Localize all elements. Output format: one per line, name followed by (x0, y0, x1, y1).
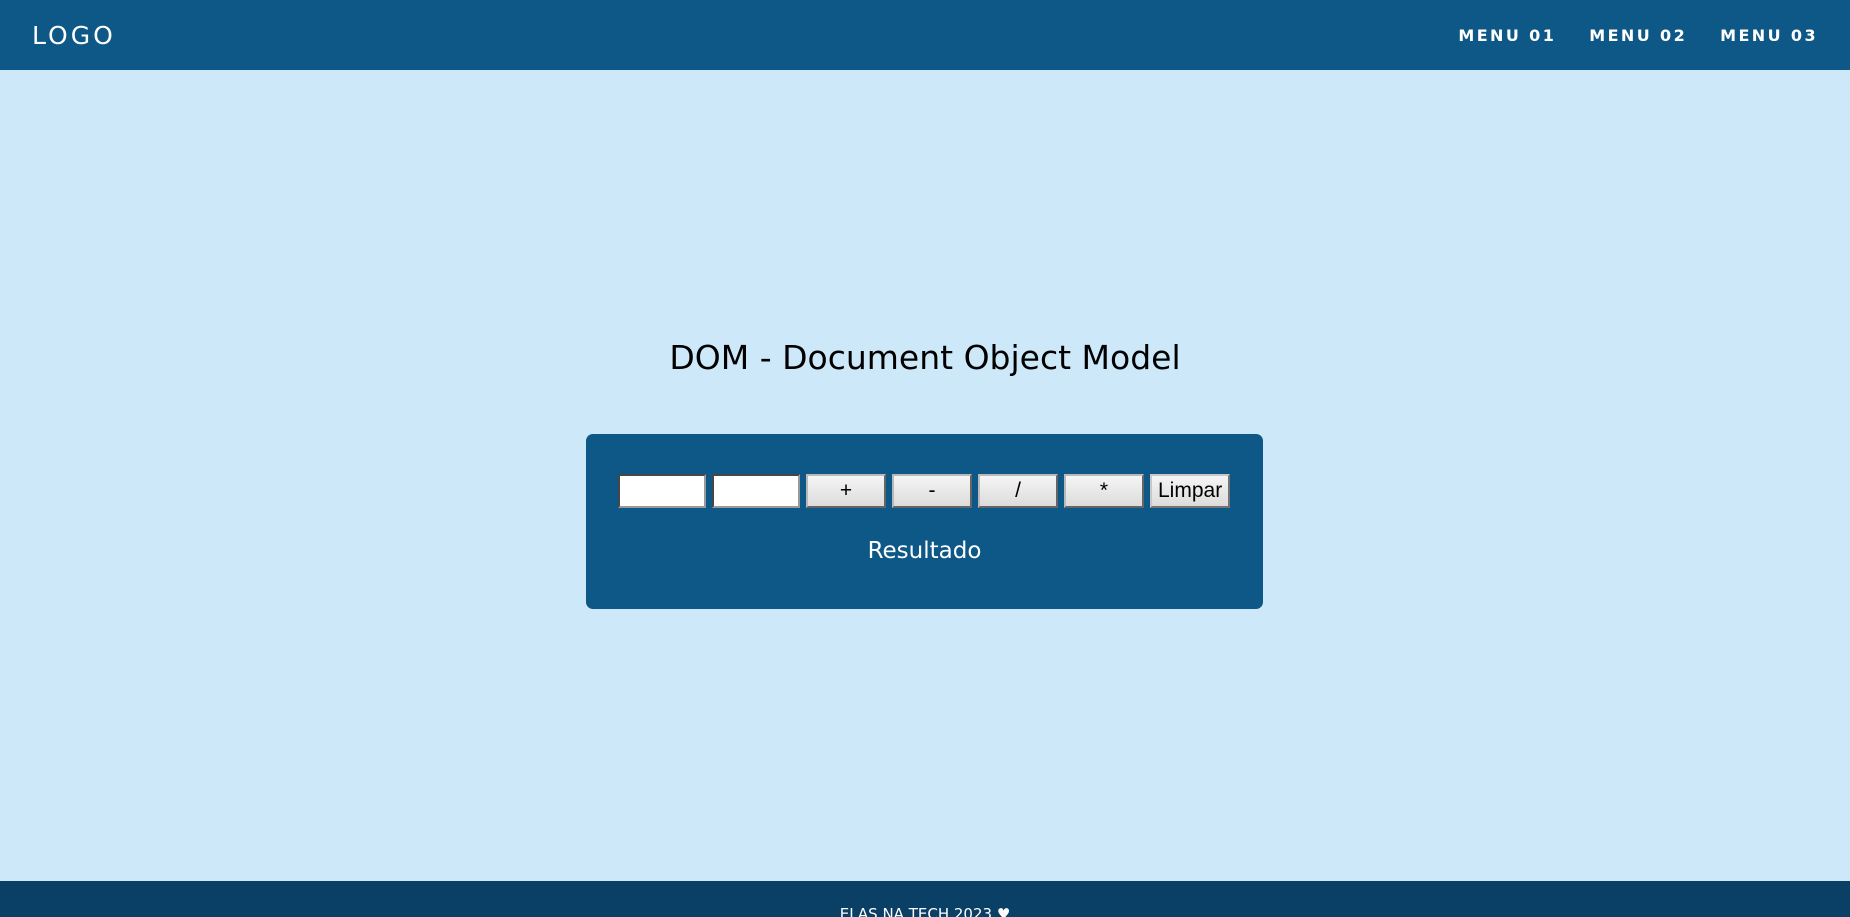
second-number-input[interactable] (712, 474, 800, 508)
multiply-button[interactable]: * (1064, 474, 1144, 508)
divide-button[interactable]: / (978, 474, 1058, 508)
top-navigation-bar: LOGO MENU 01 MENU 02 MENU 03 (0, 0, 1850, 70)
footer: ELAS NA TECH 2023 ♥ (0, 881, 1850, 917)
calculator-controls: + - / * Limpar (618, 474, 1233, 508)
subtract-button[interactable]: - (892, 474, 972, 508)
menu-03-link[interactable]: MENU 03 (1720, 26, 1818, 45)
menu-02-link[interactable]: MENU 02 (1589, 26, 1687, 45)
main-nav: MENU 01 MENU 02 MENU 03 (1458, 26, 1818, 45)
menu-01-link[interactable]: MENU 01 (1458, 26, 1556, 45)
page-title: DOM - Document Object Model (669, 338, 1181, 377)
first-number-input[interactable] (618, 474, 706, 508)
footer-copyright: ELAS NA TECH 2023 ♥ (839, 905, 1011, 917)
calculator-card: + - / * Limpar Resultado (586, 434, 1263, 609)
logo[interactable]: LOGO (32, 21, 116, 50)
result-label: Resultado (867, 538, 982, 564)
clear-button[interactable]: Limpar (1150, 474, 1230, 508)
add-button[interactable]: + (806, 474, 886, 508)
